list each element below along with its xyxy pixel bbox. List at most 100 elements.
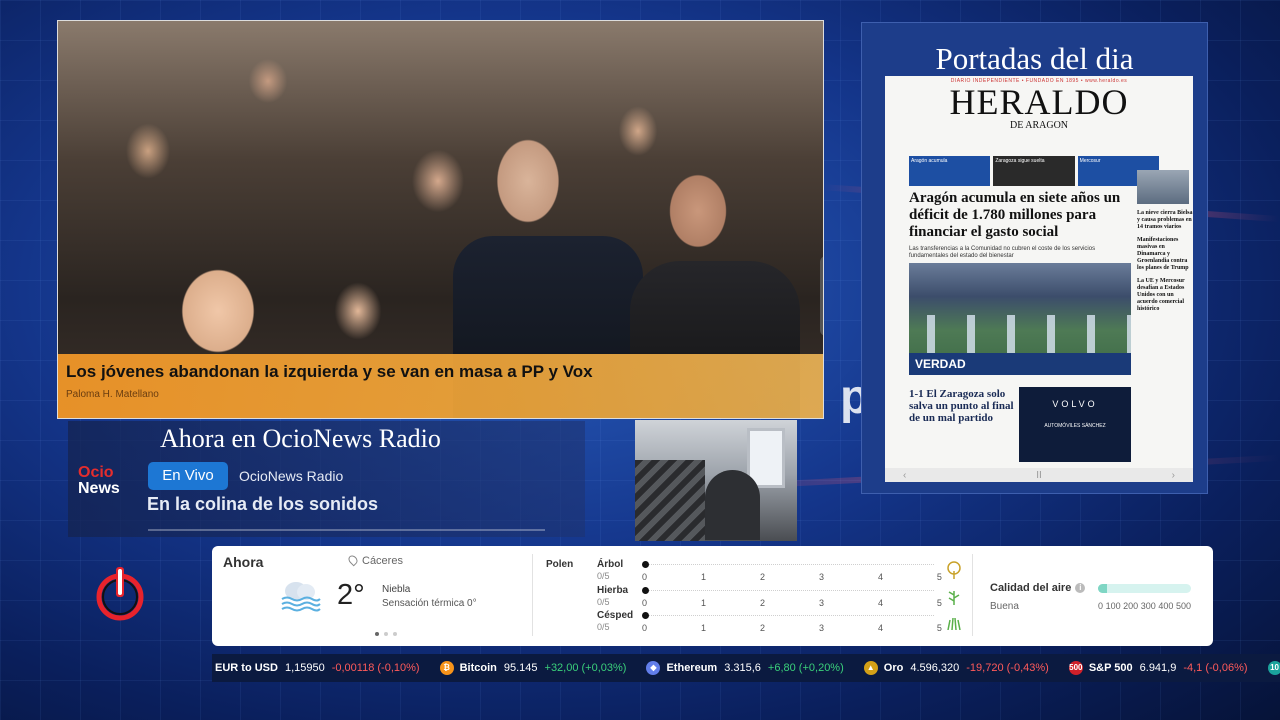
tick: 2 — [759, 598, 765, 608]
pollen-name: Césped — [597, 610, 634, 621]
newspaper-deck: Las transferencias a la Comunidad no cub… — [909, 246, 1096, 259]
front-pages-panel: Portadas del dia DIARIO INDEPENDIENTE • … — [861, 22, 1208, 494]
carousel-dot[interactable] — [384, 632, 388, 636]
ticker-name: S&P 500 — [1088, 662, 1133, 674]
pollen-row-tree: Árbol 0/5 0 1 2 3 4 5 — [597, 559, 961, 583]
ticker-name: Bitcoin — [459, 662, 497, 674]
carousel-dot[interactable] — [393, 632, 397, 636]
radio-logo: Ocio News — [78, 465, 120, 497]
ticker-change: -19,720 (-0,43%) — [966, 662, 1049, 674]
lawn-icon — [947, 617, 961, 630]
tick: 5 — [936, 572, 942, 582]
fog-cloud-icon — [281, 582, 321, 612]
tick: 2 — [759, 623, 765, 633]
ticker-item[interactable]: EUR to USD 1,15950 -0,00118 (-0,10%) — [215, 662, 420, 674]
logo-line: News — [78, 480, 120, 497]
tick: 3 — [818, 598, 824, 608]
tick: 100 — [1105, 601, 1121, 611]
info-icon[interactable]: i — [1075, 583, 1086, 593]
ticker-item[interactable]: ◆ Ethereum 3.315,6 +6,80 (+0,20%) — [646, 661, 844, 675]
pollen-marker — [642, 612, 649, 619]
radio-panel: Ahora en OcioNews Radio Ocio News En Viv… — [68, 421, 585, 537]
newspaper-cover[interactable]: DIARIO INDEPENDIENTE • FUNDADO EN 1895 •… — [885, 76, 1193, 482]
weather-temperature: 2° — [337, 579, 365, 611]
radio-station: OcioNews Radio — [239, 468, 344, 484]
news-caption: Los jóvenes abandonan la izquierda y se … — [58, 354, 823, 418]
air-quality-text: Calidad del aire — [990, 582, 1072, 594]
pollen-name: Árbol — [597, 559, 624, 570]
grass-icon — [948, 591, 960, 605]
pollen-track — [644, 615, 934, 617]
pollen-marker — [642, 587, 649, 594]
ticker-item[interactable]: 500 S&P 500 6.941,9 -4,1 (-0,06%) — [1068, 661, 1248, 675]
air-quality-bar — [1098, 584, 1191, 593]
next-arrow-icon[interactable]: › — [1172, 470, 1175, 481]
ticker-change: -4,1 (-0,06%) — [1183, 662, 1248, 674]
front-pages-title: Portadas del dia — [935, 41, 1134, 76]
weather-now-label: Ahora — [223, 554, 264, 570]
tick: 3 — [818, 572, 824, 582]
newspaper-subtitle: DE ARAGON — [1009, 120, 1069, 131]
weather-location: Cáceres — [346, 553, 403, 567]
pollen-score: 0/5 — [597, 597, 610, 607]
carousel-dots[interactable] — [375, 632, 397, 636]
webcam-feed — [635, 420, 797, 541]
tick: 4 — [877, 598, 883, 608]
logo-line: Ocio — [78, 464, 114, 481]
tick: 5 — [936, 598, 942, 608]
newspaper-story-title: 1-1 El Zaragoza solo salva un punto al f… — [909, 388, 1014, 424]
tick: 1 — [700, 572, 706, 582]
power-icon[interactable] — [95, 565, 145, 623]
pollen-score: 0/5 — [597, 571, 610, 581]
air-quality-status: Buena — [990, 601, 1019, 612]
divider — [972, 554, 973, 636]
ticker-item[interactable]: ▲ Oro 4.596,320 -19,720 (-0,43%) — [863, 661, 1049, 675]
market-ticker: EUR to USD 1,15950 -0,00118 (-0,10%) ₿ Bitco… — [212, 654, 1280, 682]
newspaper-teaser: Aragón acumula — [909, 156, 991, 186]
newspaper-teasers: Aragón acumula Zaragoza sigue suelta Mer… — [909, 156, 1159, 186]
photo-players — [909, 315, 1131, 355]
tick: 0 — [642, 623, 648, 633]
pause-icon[interactable]: II — [1036, 470, 1042, 481]
pollen-scale: 0 1 2 3 4 5 — [642, 572, 942, 582]
ticker-value: 4.596,320 — [910, 662, 960, 674]
news-card[interactable]: Los jóvenes abandonan la izquierda y se … — [57, 20, 824, 419]
news-title[interactable]: Los jóvenes abandonan la izquierda y se … — [66, 362, 815, 382]
tick: 0 — [642, 598, 648, 608]
tick: 2 — [759, 572, 765, 582]
photo-phone — [820, 256, 823, 336]
ticker-item[interactable]: 10T — [1267, 661, 1280, 675]
tick: 300 — [1140, 601, 1156, 611]
air-quality-scale: 0 100 200 300 400 500 — [1098, 601, 1191, 611]
tick: 0 — [642, 572, 648, 582]
ticker-change: +32,00 (+0,03%) — [544, 662, 627, 674]
live-badge[interactable]: En Vivo — [148, 462, 228, 490]
tick: 1 — [700, 598, 706, 608]
ticker-item[interactable]: ₿ Bitcoin 95.145 +32,00 (+0,03%) — [439, 661, 627, 675]
ticker-items: EUR to USD 1,15950 -0,00118 (-0,10%) ₿ Bitco… — [215, 661, 1280, 675]
radio-progress — [148, 529, 545, 531]
newspaper-photo: VERDAD — [909, 263, 1131, 375]
ticker-value: 1,15950 — [284, 662, 325, 674]
ad-line: AUTOMÓVILES SÁNCHEZ — [1044, 423, 1106, 429]
tick: 3 — [818, 623, 824, 633]
ticker-name: Ethereum — [666, 662, 718, 674]
tick: 200 — [1123, 601, 1139, 611]
carousel-dot[interactable] — [375, 632, 379, 636]
sidebar-headline: La nieve cierra Bielsa y causa problemas… — [1137, 210, 1193, 230]
prev-arrow-icon[interactable]: ‹ — [903, 470, 906, 481]
tick: 4 — [877, 572, 883, 582]
pollen-score: 0/5 — [597, 622, 610, 632]
newspaper-nav: ‹ II › — [885, 468, 1193, 482]
asset-icon: ₿ — [439, 661, 454, 675]
tick: 4 — [877, 623, 883, 633]
pollen-row-grass: Hierba 0/5 0 1 2 3 4 5 — [597, 585, 960, 609]
air-quality-fill — [1098, 584, 1108, 593]
ticker-change: -0,00118 (-0,10%) — [331, 662, 420, 674]
location-pin-icon — [346, 553, 360, 567]
ticker-value: 6.941,9 — [1139, 662, 1177, 674]
asset-icon: 10 — [1267, 661, 1280, 675]
pollen-track — [644, 590, 934, 592]
ticker-name: EUR to USD — [215, 662, 278, 674]
sidebar-headline: Manifestaciones masivas en Dinamarca y G… — [1137, 237, 1189, 271]
